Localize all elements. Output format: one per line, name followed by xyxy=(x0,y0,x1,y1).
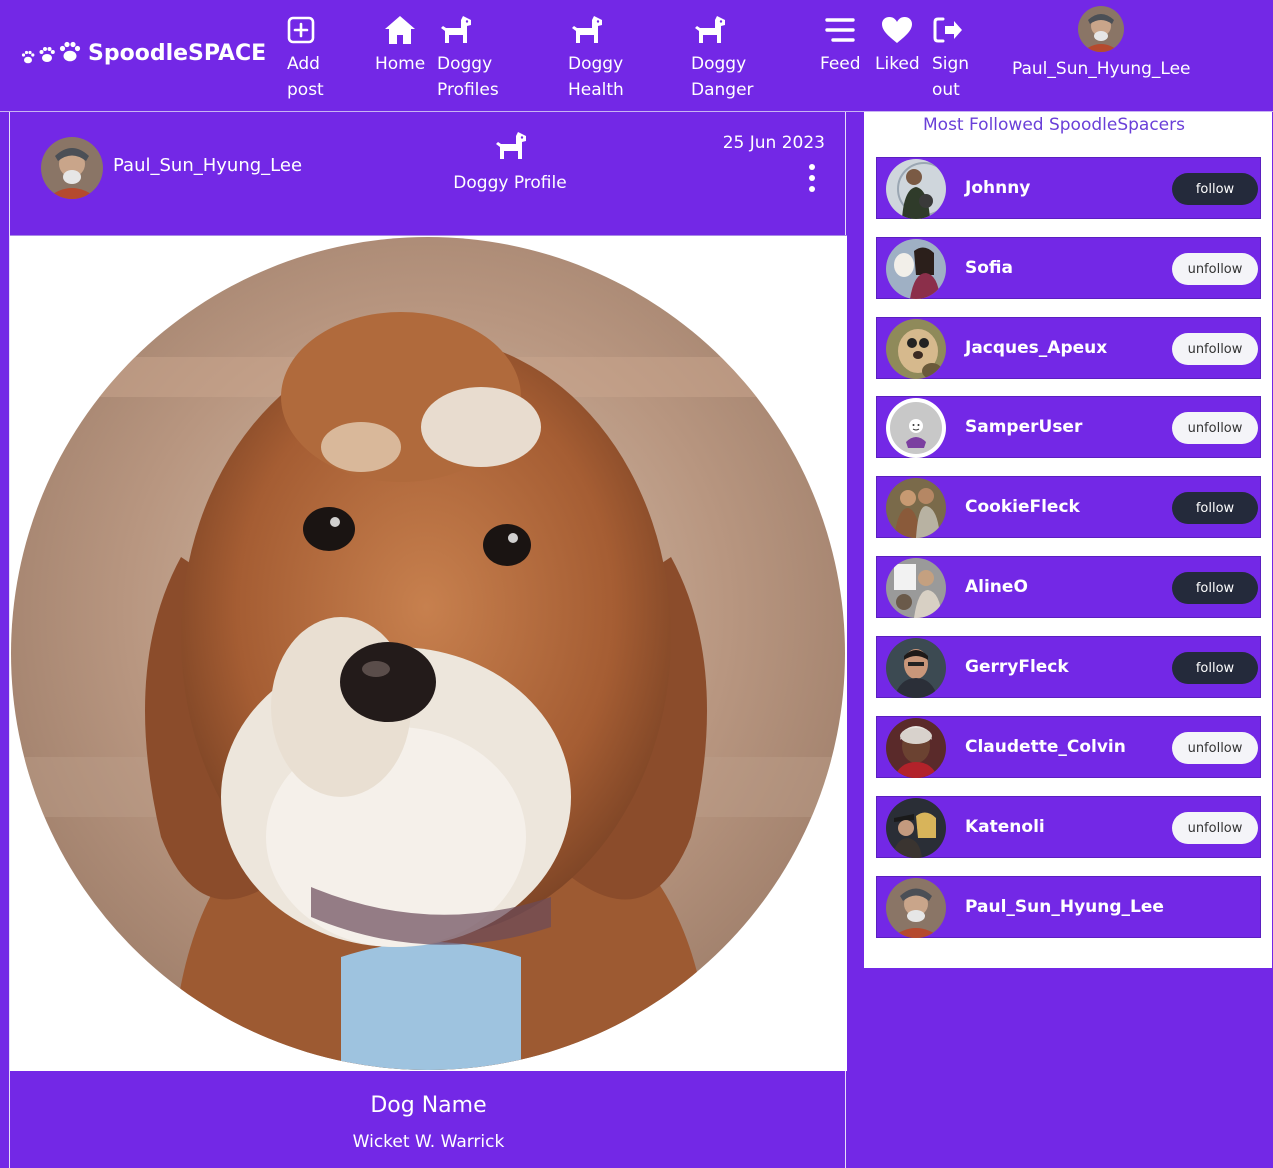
profile-row-jacques-apeux[interactable]: Jacques_Apeux unfollow xyxy=(876,317,1261,379)
nav-label: post xyxy=(287,80,324,100)
nav-doggy-danger[interactable]: Doggy Danger xyxy=(691,12,754,103)
avatar[interactable] xyxy=(886,319,946,379)
post-card: Paul_Sun_Hyung_Lee Doggy Profile 25 Jun … xyxy=(9,112,847,1168)
avatar[interactable] xyxy=(886,638,946,698)
nav-feed[interactable]: Feed xyxy=(820,12,861,77)
heart-icon xyxy=(881,12,913,48)
profile-name[interactable]: GerryFleck xyxy=(965,657,1069,677)
profile-row-alineo[interactable]: AlineO follow xyxy=(876,556,1261,618)
profile-name[interactable]: SamperUser xyxy=(965,417,1082,437)
unfollow-button[interactable]: unfollow xyxy=(1172,812,1258,844)
nav-label: Danger xyxy=(691,80,754,100)
paw-prints-icon xyxy=(20,40,82,66)
profile-name[interactable]: Johnny xyxy=(965,178,1030,198)
nav-doggy-profiles[interactable]: Doggy Profiles xyxy=(437,12,499,103)
dog-photo xyxy=(11,237,845,1070)
nav-liked[interactable]: Liked xyxy=(875,12,920,77)
nav-label: Doggy xyxy=(568,54,624,74)
nav-home[interactable]: Home xyxy=(375,12,425,77)
post-type: Doggy Profile xyxy=(440,130,580,193)
nav-label: Doggy xyxy=(437,54,493,74)
profile-row-sofia[interactable]: Sofia unfollow xyxy=(876,237,1261,299)
brand-logo[interactable]: SpoodleSPACE xyxy=(20,40,266,66)
follow-button[interactable]: follow xyxy=(1172,173,1258,205)
post-header: Paul_Sun_Hyung_Lee Doggy Profile 25 Jun … xyxy=(10,112,847,236)
unfollow-button[interactable]: unfollow xyxy=(1172,412,1258,444)
nav-sign-out[interactable]: Sign out xyxy=(932,12,969,103)
post-body: Dog Name Wicket W. Warrick xyxy=(10,1071,847,1168)
avatar[interactable] xyxy=(886,878,946,938)
avatar[interactable] xyxy=(886,798,946,858)
dog-name-value: Wicket W. Warrick xyxy=(352,1132,505,1152)
avatar[interactable] xyxy=(886,239,946,299)
nav-add-post[interactable]: Add post xyxy=(287,12,324,103)
follow-button[interactable]: follow xyxy=(1172,492,1258,524)
post-type-label: Doggy Profile xyxy=(453,173,567,193)
nav-label: Profiles xyxy=(437,80,499,100)
unfollow-button[interactable]: unfollow xyxy=(1172,732,1258,764)
profile-name[interactable]: Claudette_Colvin xyxy=(965,737,1126,757)
dog-icon xyxy=(492,130,528,167)
profile-row-claudette-colvin[interactable]: Claudette_Colvin unfollow xyxy=(876,716,1261,778)
unfollow-button[interactable]: unfollow xyxy=(1172,253,1258,285)
avatar[interactable] xyxy=(886,159,946,219)
post-image-container xyxy=(10,236,847,1071)
profile-name[interactable]: Katenoli xyxy=(965,817,1045,837)
profile-row-samperuser[interactable]: SamperUser unfollow xyxy=(876,396,1261,458)
follow-button[interactable]: follow xyxy=(1172,652,1258,684)
profile-row-johnny[interactable]: Johnny follow xyxy=(876,157,1261,219)
dog-icon xyxy=(568,12,604,48)
dog-icon xyxy=(691,12,727,48)
nav-label: Add xyxy=(287,54,320,74)
avatar[interactable] xyxy=(886,398,946,458)
nav-label: Home xyxy=(375,54,426,74)
profile-row-gerryfleck[interactable]: GerryFleck follow xyxy=(876,636,1261,698)
dog-icon xyxy=(437,12,473,48)
profile-name[interactable]: Sofia xyxy=(965,258,1013,278)
sign-out-icon xyxy=(932,12,964,48)
nav-label: Liked xyxy=(875,54,920,74)
nav-label: Feed xyxy=(820,54,861,74)
avatar[interactable] xyxy=(886,718,946,778)
post-date: 25 Jun 2023 xyxy=(722,133,825,153)
avatar xyxy=(1078,6,1125,52)
more-options-icon[interactable] xyxy=(807,164,817,192)
nav-label: Doggy xyxy=(691,54,747,74)
brand-name: SpoodleSPACE xyxy=(88,40,267,66)
dog-name-label: Dog Name xyxy=(370,1093,487,1118)
nav-label: Sign xyxy=(932,54,970,74)
nav-doggy-health[interactable]: Doggy Health xyxy=(568,12,624,103)
profile-row-katenoli[interactable]: Katenoli unfollow xyxy=(876,796,1261,858)
profile-row-paul-sun-hyung-lee[interactable]: Paul_Sun_Hyung_Lee xyxy=(876,876,1261,938)
profile-name[interactable]: Paul_Sun_Hyung_Lee xyxy=(965,897,1164,917)
avatar[interactable] xyxy=(886,558,946,618)
popular-profiles-panel: Most Followed SpoodleSpacers Johnny foll… xyxy=(864,112,1272,968)
profile-row-cookiefleck[interactable]: CookieFleck follow xyxy=(876,476,1261,538)
house-icon xyxy=(383,12,417,48)
post-owner-name[interactable]: Paul_Sun_Hyung_Lee xyxy=(113,155,302,176)
nav-label: out xyxy=(932,80,960,100)
unfollow-button[interactable]: unfollow xyxy=(1172,333,1258,365)
avatar[interactable] xyxy=(41,137,103,199)
profile-name[interactable]: Jacques_Apeux xyxy=(965,338,1107,358)
nav-label: Health xyxy=(568,80,624,100)
profile-name[interactable]: CookieFleck xyxy=(965,497,1080,517)
profile-name[interactable]: AlineO xyxy=(965,577,1028,597)
menu-lines-icon xyxy=(824,12,856,48)
sidebar-title: Most Followed SpoodleSpacers xyxy=(923,115,1185,135)
avatar[interactable] xyxy=(886,478,946,538)
navbar: SpoodleSPACE Add post Home Doggy Profiles … xyxy=(0,0,1273,112)
nav-user-name: Paul_Sun_Hyung_Lee xyxy=(1012,59,1191,79)
follow-button[interactable]: follow xyxy=(1172,572,1258,604)
nav-user-profile[interactable]: Paul_Sun_Hyung_Lee xyxy=(1012,6,1191,82)
plus-square-icon xyxy=(287,12,315,48)
